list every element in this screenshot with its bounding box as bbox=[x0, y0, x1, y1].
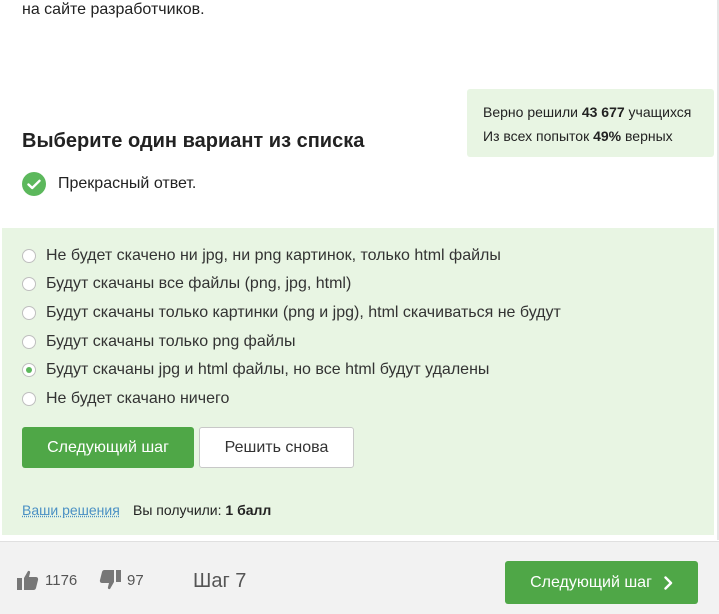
check-circle-icon bbox=[22, 172, 46, 196]
option-label: Будут скачаны все файлы (png, jpg, html) bbox=[46, 275, 352, 292]
stats-solved-count: 43 677 bbox=[581, 104, 625, 120]
thumbs-up-icon bbox=[17, 570, 39, 590]
feedback: Прекрасный ответ. bbox=[22, 172, 196, 196]
dislike-count: 97 bbox=[127, 571, 144, 589]
score-prefix: Вы получили: bbox=[133, 502, 222, 518]
radio-button-selected[interactable] bbox=[22, 363, 36, 377]
stats-box: Верно решили 43 677 учащихся Из всех поп… bbox=[467, 89, 714, 157]
stats-percent-suffix: верных bbox=[625, 128, 673, 144]
option-label: Будут скачаны только png файлы bbox=[46, 333, 296, 350]
option-label: Будут скачаны jpg и html файлы, но все h… bbox=[46, 361, 490, 378]
radio-button[interactable] bbox=[22, 277, 36, 291]
option-2[interactable]: Будут скачаны только картинки (png и jpg… bbox=[22, 303, 561, 323]
stats-solved-prefix: Верно решили bbox=[483, 104, 578, 120]
option-0[interactable]: Не будет скачено ни jpg, ни png картинок… bbox=[22, 246, 501, 266]
stats-solved-suffix: учащихся bbox=[628, 104, 692, 120]
radio-button[interactable] bbox=[22, 335, 36, 349]
feedback-text: Прекрасный ответ. bbox=[58, 175, 197, 192]
step-label: Шаг 7 bbox=[193, 570, 247, 592]
option-3[interactable]: Будут скачаны только png файлы bbox=[22, 332, 296, 352]
answer-panel: Не будет скачено ни jpg, ни png картинок… bbox=[2, 228, 714, 535]
your-solutions-link[interactable]: Ваши решения bbox=[22, 502, 120, 518]
stats-solved-line: Верно решили 43 677 учащихся bbox=[483, 100, 714, 124]
question-title: Выберите один вариант из списка bbox=[22, 130, 365, 152]
radio-button[interactable] bbox=[22, 392, 36, 406]
footer-next-step-button[interactable]: Следующий шаг bbox=[505, 561, 698, 604]
radio-button[interactable] bbox=[22, 306, 36, 320]
score-text: Вы получили: 1 балл bbox=[133, 502, 271, 518]
option-4[interactable]: Будут скачаны jpg и html файлы, но все h… bbox=[22, 360, 489, 380]
stats-correct-percent: 49% bbox=[593, 128, 622, 144]
option-1[interactable]: Будут скачаны все файлы (png, jpg, html) bbox=[22, 274, 351, 294]
option-5[interactable]: Не будет скачано ничего bbox=[22, 389, 229, 409]
footer-next-label: Следующий шаг bbox=[530, 573, 652, 591]
like-count: 1176 bbox=[45, 571, 78, 589]
intro-text: на сайте разработчиков. bbox=[22, 1, 205, 18]
radio-dot bbox=[26, 367, 32, 373]
chevron-right-icon bbox=[664, 575, 673, 590]
radio-button[interactable] bbox=[22, 249, 36, 263]
option-label: Будут скачаны только картинки (png и jpg… bbox=[46, 304, 561, 321]
like-button[interactable]: 1176 bbox=[17, 570, 77, 590]
step-footer: 1176 97 Шаг 7 Следующий шаг bbox=[0, 541, 719, 614]
next-step-button[interactable]: Следующий шаг bbox=[22, 427, 194, 468]
option-label: Не будет скачено ни jpg, ни png картинок… bbox=[46, 247, 501, 264]
score-value: 1 балл bbox=[225, 502, 272, 518]
stats-percent-prefix: Из всех попыток bbox=[483, 128, 590, 144]
thumbs-down-icon bbox=[99, 570, 121, 590]
stats-percent-line: Из всех попыток 49% верных bbox=[483, 124, 714, 148]
retry-button[interactable]: Решить снова bbox=[199, 427, 354, 468]
dislike-button[interactable]: 97 bbox=[99, 570, 144, 590]
option-label: Не будет скачано ничего bbox=[46, 390, 230, 407]
